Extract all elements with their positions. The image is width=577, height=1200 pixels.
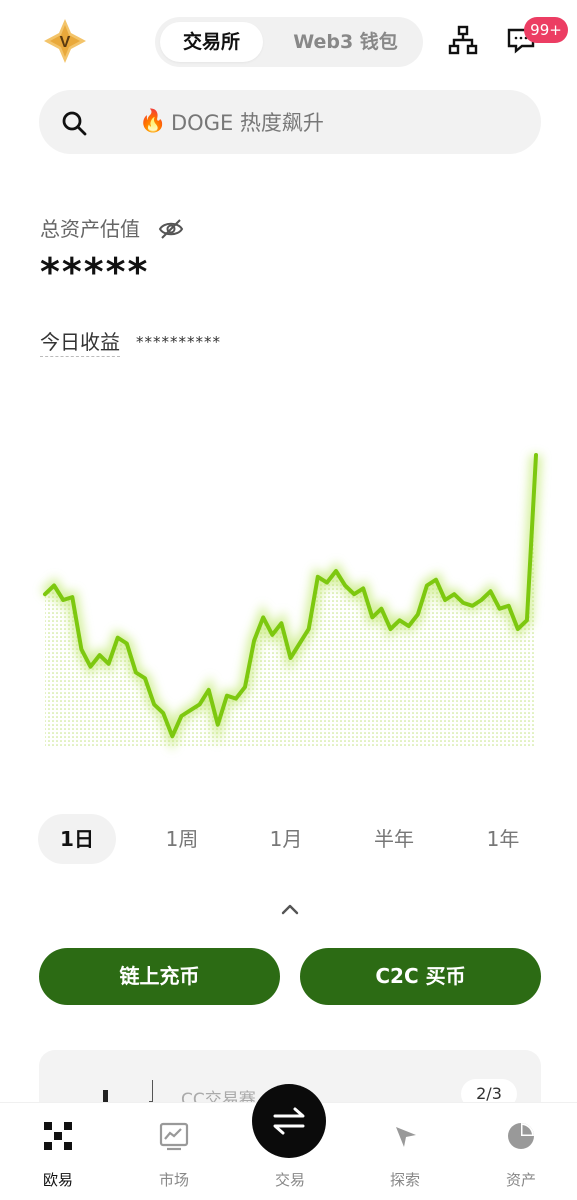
pie-chart-icon — [508, 1123, 534, 1149]
nav-okx[interactable]: 欧易 — [18, 1103, 98, 1200]
trade-swap-button[interactable] — [252, 1084, 326, 1158]
top-bar: V 交易所 Web3 钱包 99+ — [0, 0, 577, 86]
nav-label: 市场 — [158, 1171, 189, 1189]
today-pnl-value: ********** — [136, 333, 221, 351]
search-icon — [62, 111, 87, 136]
asset-trend-chart — [41, 453, 542, 751]
onchain-deposit-button[interactable]: 链上充币 — [39, 948, 280, 1005]
range-tab-1y[interactable]: 1年 — [463, 814, 543, 864]
today-pnl-label[interactable]: 今日收益 — [40, 328, 120, 357]
range-tab-1w[interactable]: 1周 — [142, 814, 222, 864]
total-assets-label: 总资产估值 — [40, 217, 140, 241]
nav-label: 交易 — [274, 1171, 305, 1189]
eye-off-icon[interactable] — [158, 217, 184, 241]
tab-web3-wallet[interactable]: Web3 钱包 — [273, 22, 418, 62]
market-chart-icon — [159, 1122, 189, 1151]
fire-icon: 🔥 — [139, 109, 167, 134]
search-placeholder: DOGE 热度飙升 — [171, 111, 324, 135]
nav-label: 资产 — [505, 1171, 536, 1189]
notification-badge: 99+ — [524, 17, 568, 43]
nav-label: 探索 — [389, 1171, 420, 1189]
c2c-buy-button[interactable]: C2C 买币 — [300, 948, 541, 1005]
search-bar[interactable]: 🔥 DOGE 热度飙升 — [39, 90, 541, 154]
nav-assets[interactable]: 资产 — [481, 1103, 561, 1200]
svg-text:V: V — [60, 34, 71, 51]
okx-grid-icon — [44, 1122, 72, 1150]
nav-label: 欧易 — [42, 1171, 73, 1189]
compass-icon — [396, 1127, 416, 1147]
okx-logo-icon[interactable]: V — [40, 16, 90, 66]
org-chart-icon[interactable] — [445, 22, 481, 58]
chevron-up-icon[interactable] — [278, 898, 302, 920]
range-tab-1m[interactable]: 1月 — [246, 814, 326, 864]
range-tab-1d[interactable]: 1日 — [38, 814, 116, 864]
range-tabs: 1日 1周 1月 半年 1年 — [38, 814, 540, 864]
nav-market[interactable]: 市场 — [134, 1103, 214, 1200]
mode-switch: 交易所 Web3 钱包 — [155, 17, 423, 67]
promo-image-accent — [149, 1080, 153, 1102]
nav-explore[interactable]: 探索 — [365, 1103, 445, 1200]
total-assets-value: ***** — [40, 250, 150, 294]
tab-exchange[interactable]: 交易所 — [160, 22, 263, 62]
range-tab-6m[interactable]: 半年 — [354, 814, 434, 864]
swap-arrows-icon — [273, 1107, 305, 1135]
